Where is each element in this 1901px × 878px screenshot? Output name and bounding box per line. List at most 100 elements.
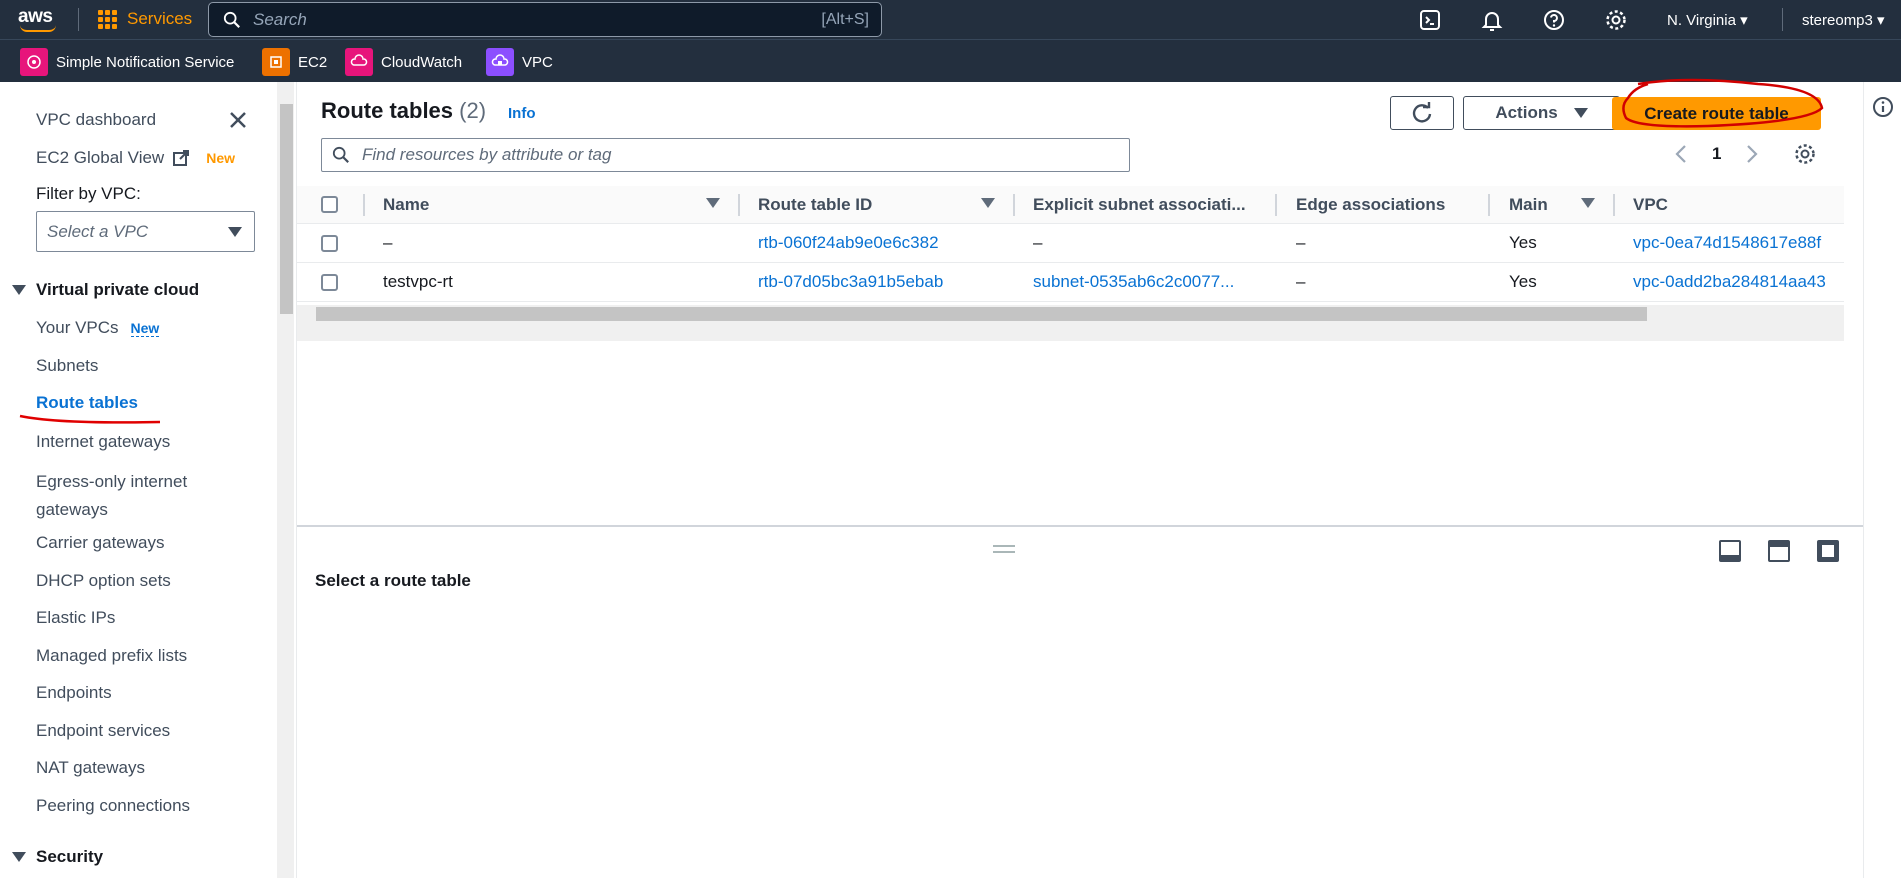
search-shortcut: [Alt+S] <box>821 10 869 28</box>
sidebar-item-nat-gateways[interactable]: NAT gateways <box>36 758 145 778</box>
red-underline-annotation <box>19 414 161 424</box>
sidebar-item-peering-connections[interactable]: Peering connections <box>36 796 190 816</box>
column-header-main[interactable]: Main <box>1509 195 1548 215</box>
cell-explicit-subnet[interactable]: subnet-0535ab6c2c0077... <box>1033 272 1234 292</box>
close-icon[interactable] <box>228 110 248 130</box>
cell-vpc[interactable]: vpc-0add2ba284814aa43 <box>1633 272 1826 292</box>
split-panel-fullscreen-icon[interactable] <box>1817 540 1839 562</box>
split-panel-bottom-icon[interactable] <box>1719 540 1741 562</box>
select-all-checkbox[interactable] <box>321 196 338 213</box>
sidebar-item-carrier-gateways[interactable]: Carrier gateways <box>36 533 165 553</box>
pagination: 1 <box>1674 142 1817 166</box>
aws-logo[interactable]: aws <box>18 6 58 32</box>
row-checkbox[interactable] <box>321 235 338 252</box>
account-name: stereomp3 <box>1802 12 1873 29</box>
resource-filter-input[interactable]: Find resources by attribute or tag <box>321 138 1130 172</box>
right-tools-rail <box>1863 82 1901 878</box>
column-divider[interactable] <box>1013 194 1015 216</box>
cloudshell-icon[interactable] <box>1418 8 1442 32</box>
nav-divider <box>1782 8 1783 31</box>
info-icon[interactable] <box>1872 96 1894 118</box>
region-label: N. Virginia <box>1667 12 1736 29</box>
cell-edge-associations: – <box>1296 233 1306 252</box>
vpc-filter-select[interactable]: Select a VPC <box>36 211 255 252</box>
info-link[interactable]: Info <box>508 105 536 122</box>
sidebar-section-security[interactable]: Security <box>12 847 103 867</box>
split-panel-side-icon[interactable] <box>1768 540 1790 562</box>
sidebar-item-elastic-ips[interactable]: Elastic IPs <box>36 608 115 628</box>
favorite-vpc[interactable]: VPC <box>486 48 553 76</box>
sidebar-scrollbar-thumb[interactable] <box>280 104 293 314</box>
sort-icon[interactable] <box>981 198 995 208</box>
caret-down-icon <box>12 852 26 862</box>
column-divider[interactable] <box>1613 194 1615 216</box>
cell-vpc[interactable]: vpc-0ea74d1548617e88f <box>1633 233 1821 253</box>
region-selector[interactable]: N. Virginia ▾ <box>1667 11 1748 29</box>
current-page[interactable]: 1 <box>1712 144 1721 164</box>
column-divider[interactable] <box>738 194 740 216</box>
notifications-bell-icon[interactable] <box>1480 8 1504 32</box>
filter-placeholder: Find resources by attribute or tag <box>362 145 612 164</box>
main-vertical-scrollbar[interactable] <box>1844 82 1863 525</box>
search-placeholder: Search <box>253 9 307 29</box>
chevron-left-icon[interactable] <box>1674 144 1688 164</box>
column-divider[interactable] <box>1275 194 1277 216</box>
global-search-input[interactable]: Search [Alt+S] <box>208 2 882 37</box>
chevron-right-icon[interactable] <box>1745 144 1759 164</box>
sort-icon[interactable] <box>706 198 720 208</box>
table-row[interactable]: – rtb-060f24ab9e0e6c382 – – Yes vpc-0ea7… <box>297 224 1844 263</box>
column-header-name[interactable]: Name <box>383 195 429 215</box>
actions-dropdown-button[interactable]: Actions <box>1463 96 1620 130</box>
sort-icon[interactable] <box>1581 198 1595 208</box>
favorite-sns[interactable]: Simple Notification Service <box>20 48 234 76</box>
top-navigation: aws Services Search [Alt+S] N. Virginia … <box>0 0 1901 39</box>
row-checkbox[interactable] <box>321 274 338 291</box>
sidebar-item-route-tables[interactable]: Route tables <box>36 393 138 413</box>
column-divider[interactable] <box>1488 194 1490 216</box>
account-menu[interactable]: stereomp3 ▾ <box>1802 11 1885 29</box>
column-header-edge-associations[interactable]: Edge associations <box>1296 195 1445 215</box>
services-menu-button[interactable]: Services <box>98 9 192 29</box>
favorite-label: EC2 <box>298 53 328 71</box>
sidebar-item-egress-only-internet-gateways[interactable]: Egress-only internet gateways <box>36 468 187 524</box>
column-header-vpc[interactable]: VPC <box>1633 195 1668 215</box>
help-icon[interactable] <box>1542 8 1566 32</box>
search-icon <box>223 11 240 28</box>
refresh-button[interactable] <box>1390 96 1454 130</box>
red-circle-annotation <box>1622 78 1824 128</box>
favorite-label: VPC <box>522 53 553 71</box>
sidebar-item-endpoint-services[interactable]: Endpoint services <box>36 721 170 741</box>
sidebar-section-virtual-private-cloud[interactable]: Virtual private cloud <box>12 280 199 300</box>
sidebar-item-label: gateways <box>36 500 108 519</box>
sidebar-item-managed-prefix-lists[interactable]: Managed prefix lists <box>36 646 187 666</box>
services-label: Services <box>127 9 193 28</box>
cell-name: – <box>383 233 393 252</box>
favorite-label: Simple Notification Service <box>56 53 235 71</box>
column-header-route-table-id[interactable]: Route table ID <box>758 195 872 215</box>
sidebar-item-endpoints[interactable]: Endpoints <box>36 683 112 703</box>
sidebar-item-subnets[interactable]: Subnets <box>36 356 98 376</box>
sidebar-item-internet-gateways[interactable]: Internet gateways <box>36 432 170 452</box>
favorite-ec2[interactable]: EC2 <box>262 48 327 76</box>
table-row[interactable]: testvpc-rt rtb-07d05bc3a91b5ebab subnet-… <box>297 263 1844 302</box>
search-icon <box>332 146 349 163</box>
sidebar-item-vpc-dashboard[interactable]: VPC dashboard <box>36 110 156 130</box>
column-header-explicit-subnet[interactable]: Explicit subnet associati... <box>1033 195 1246 215</box>
cell-route-table-id[interactable]: rtb-07d05bc3a91b5ebab <box>758 272 943 292</box>
section-label: Security <box>36 847 104 866</box>
cell-route-table-id[interactable]: rtb-060f24ab9e0e6c382 <box>758 233 939 253</box>
settings-gear-icon[interactable] <box>1604 8 1628 32</box>
favorite-cloudwatch[interactable]: CloudWatch <box>345 48 462 76</box>
split-panel-resize-handle[interactable] <box>993 545 1015 553</box>
settings-gear-icon[interactable] <box>1793 142 1817 166</box>
column-divider[interactable] <box>363 194 365 216</box>
route-table-count: (2) <box>459 98 487 123</box>
table-scrollbar-thumb[interactable] <box>316 307 1647 321</box>
cloudwatch-service-icon <box>345 48 373 76</box>
vpc-service-icon <box>486 48 514 76</box>
section-label: Virtual private cloud <box>36 280 200 299</box>
sidebar-item-dhcp-option-sets[interactable]: DHCP option sets <box>36 571 171 591</box>
sidebar-item-your-vpcs[interactable]: Your VPCs New <box>36 318 160 338</box>
sidebar-item-label: Egress-only internet <box>36 472 188 491</box>
sidebar-item-ec2-global-view[interactable]: EC2 Global View New <box>36 148 235 168</box>
